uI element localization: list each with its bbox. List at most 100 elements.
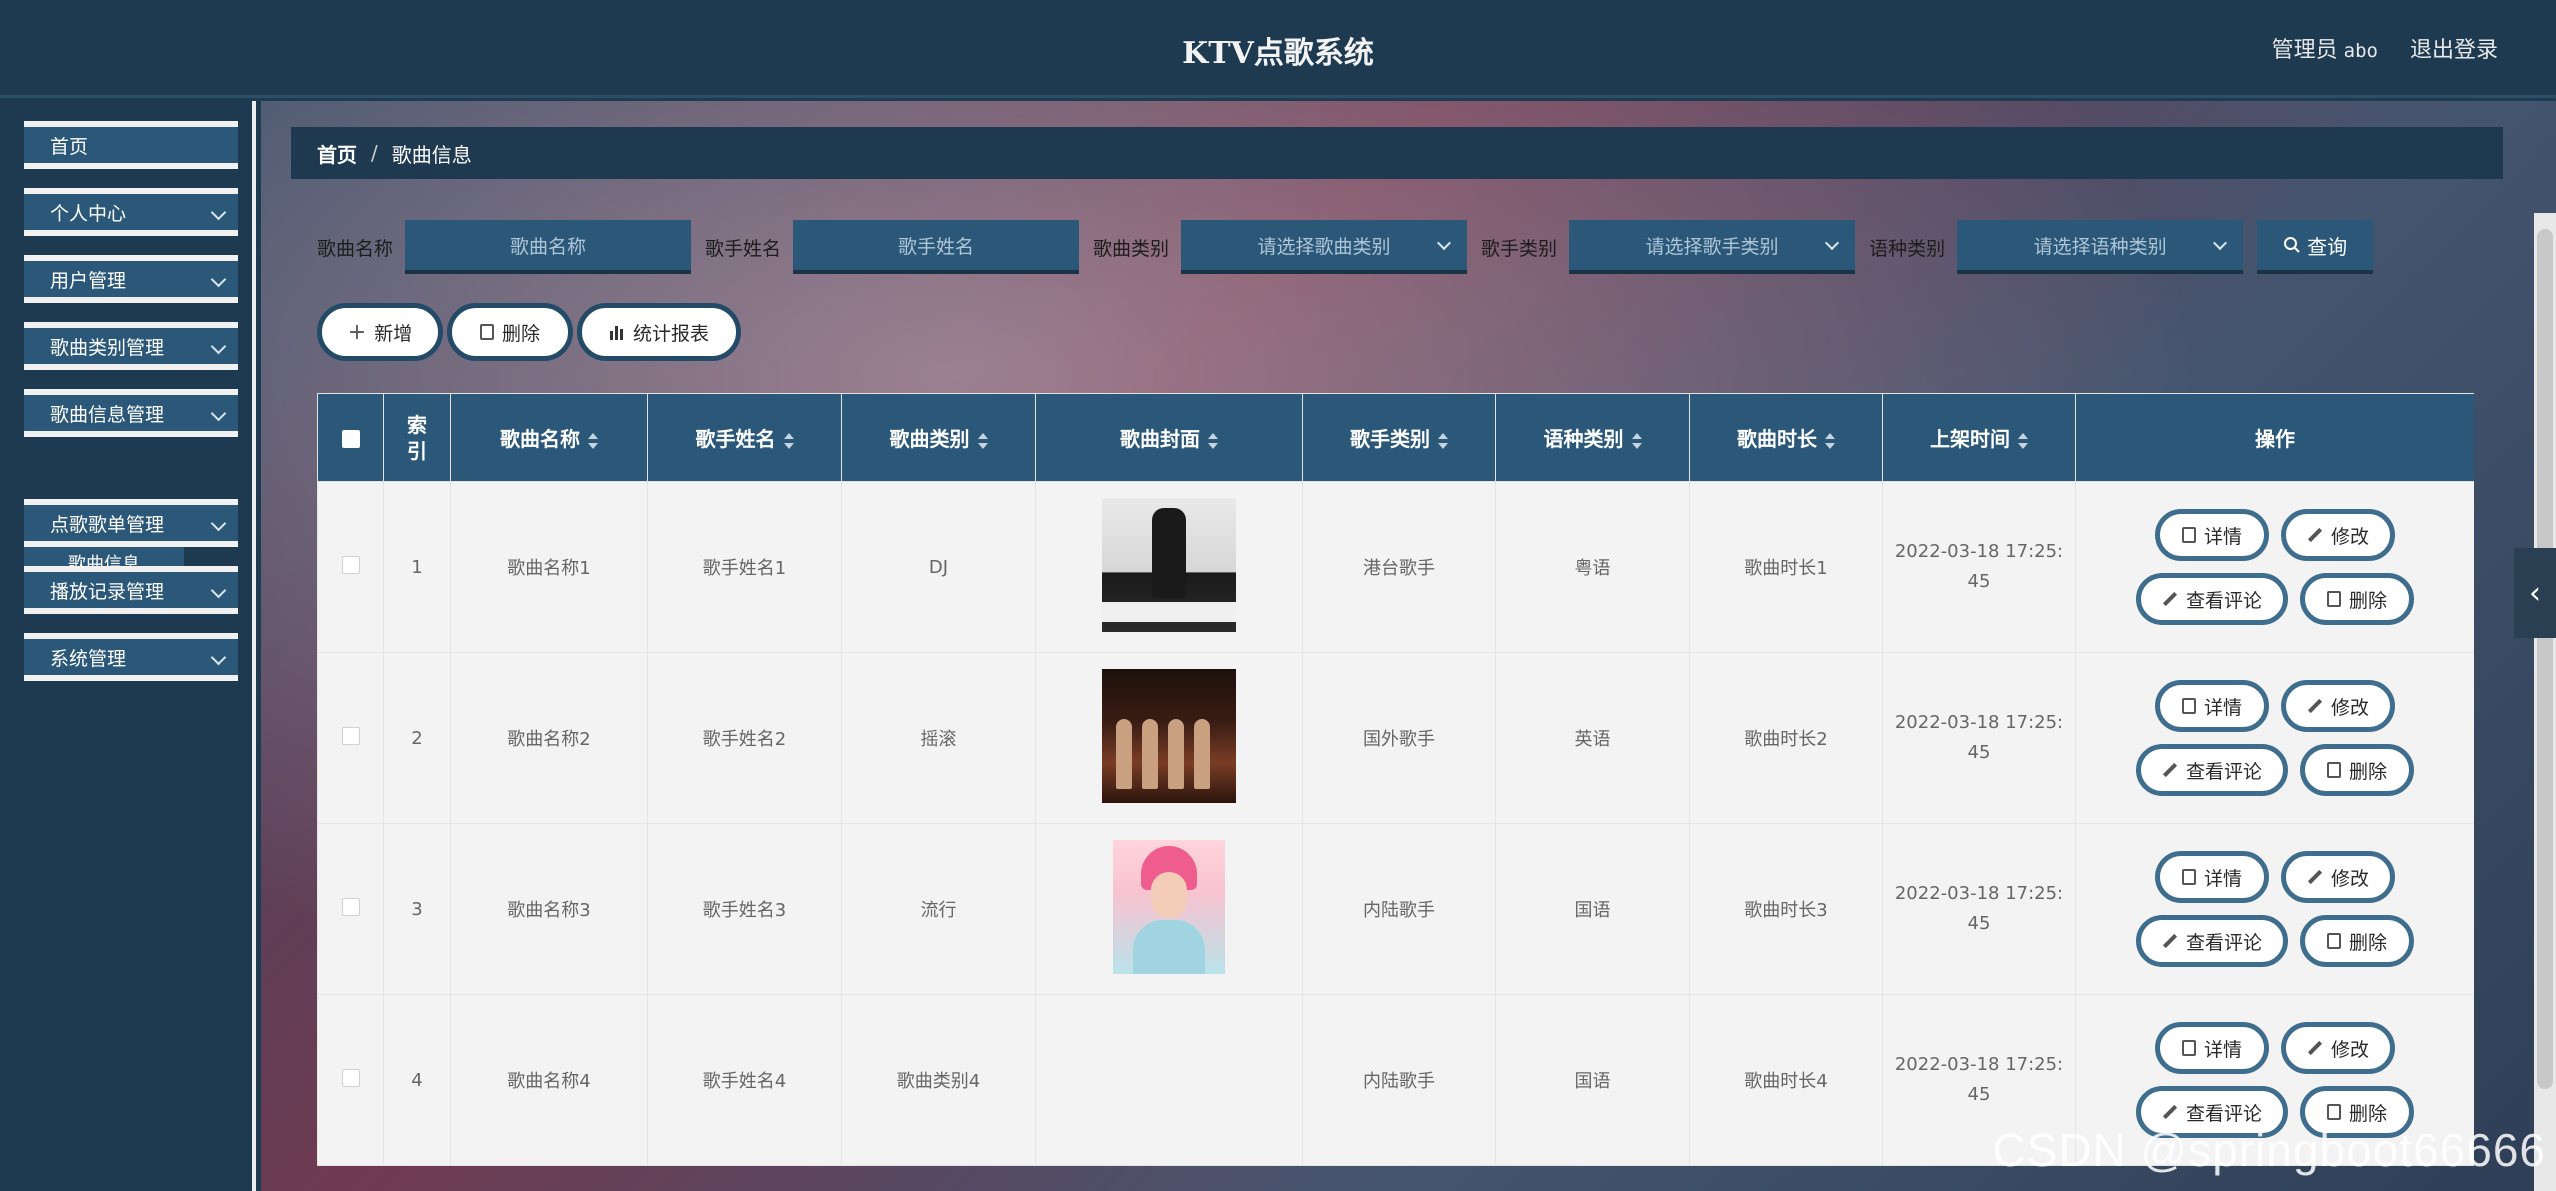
row-delete-button[interactable]: 删除 <box>2300 915 2414 967</box>
page-scrollbar[interactable] <box>2534 213 2556 1191</box>
song-type-select[interactable]: 请选择歌曲类别 <box>1181 220 1468 274</box>
singer-type-select[interactable]: 请选择歌手类别 <box>1569 220 1856 274</box>
chevron-down-icon <box>210 271 227 288</box>
add-button[interactable]: + 新增 <box>317 303 443 361</box>
edit-button[interactable]: 修改 <box>2281 509 2395 561</box>
bar-chart-icon <box>609 326 623 340</box>
view-comments-button[interactable]: 查看评论 <box>2136 915 2288 967</box>
sort-icon[interactable] <box>1438 432 1448 449</box>
breadcrumb-home[interactable]: 首页 <box>317 139 357 168</box>
detail-button-label: 详情 <box>2203 696 2242 719</box>
cell-song-name: 歌曲名称3 <box>450 823 648 995</box>
sidebar-item-song-category-management[interactable]: 歌曲类别管理 <box>24 322 238 370</box>
cell-singer-type: 内陆歌手 <box>1302 823 1496 995</box>
select-all-checkbox[interactable] <box>341 430 360 448</box>
edit-button[interactable]: 修改 <box>2281 680 2395 732</box>
logout-button[interactable]: 退出登录 <box>2410 32 2498 64</box>
sidebar-item-user-management[interactable]: 用户管理 <box>24 255 238 303</box>
sort-icon[interactable] <box>1208 432 1218 449</box>
view-comments-button[interactable]: 查看评论 <box>2136 573 2288 625</box>
edit-button-label: 修改 <box>2330 525 2369 548</box>
report-button-label: 统计报表 <box>632 322 709 345</box>
detail-button[interactable]: 详情 <box>2155 509 2269 561</box>
header-language[interactable]: 语种类别 <box>1495 393 1690 482</box>
header-song-type[interactable]: 歌曲类别 <box>841 393 1036 482</box>
row-delete-button[interactable]: 删除 <box>2300 573 2414 625</box>
detail-button[interactable]: 详情 <box>2155 680 2269 732</box>
row-checkbox[interactable] <box>341 726 360 745</box>
song-cover-image[interactable] <box>1102 497 1236 632</box>
edit-icon <box>2307 1040 2323 1056</box>
listed-time-seconds: 45 <box>1967 742 1991 763</box>
listed-time-date: 2022-03-18 17:25: <box>1894 541 2064 562</box>
cell-singer-type: 港台歌手 <box>1302 481 1496 653</box>
watermark: CSDN @springboot66666 <box>1992 1124 2546 1176</box>
sidebar-item-personal-center[interactable]: 个人中心 <box>24 188 238 236</box>
edit-button[interactable]: 修改 <box>2281 1022 2395 1074</box>
edit-button[interactable]: 修改 <box>2281 851 2395 903</box>
collapse-panel-toggle[interactable]: ‹ <box>2514 548 2556 638</box>
detail-button[interactable]: 详情 <box>2155 1022 2269 1074</box>
row-checkbox[interactable] <box>341 555 360 574</box>
document-icon <box>2181 698 2196 714</box>
cell-song-name: 歌曲名称1 <box>450 481 648 653</box>
document-icon <box>2181 1040 2196 1056</box>
sidebar-item-song-info-management[interactable]: 歌曲信息管理 <box>24 389 238 437</box>
query-button[interactable]: 查询 <box>2257 220 2374 274</box>
header-singer-name[interactable]: 歌手姓名 <box>647 393 842 482</box>
row-select-cell <box>317 481 384 653</box>
row-checkbox[interactable] <box>341 897 360 916</box>
trash-icon <box>2326 762 2341 778</box>
row-select-cell <box>317 994 384 1166</box>
header-singer-type[interactable]: 歌手类别 <box>1302 393 1496 482</box>
header-song-name-label: 歌曲名称 <box>500 427 580 451</box>
header-listed-time-label: 上架时间 <box>1930 427 2010 451</box>
batch-delete-button[interactable]: 删除 <box>447 303 573 361</box>
table-row: 2 歌曲名称2 歌手姓名2 摇滚 国外歌手 英语 歌曲时长2 2022-03-1… <box>317 652 2474 824</box>
cell-language: 国语 <box>1495 994 1690 1166</box>
header-song-name[interactable]: 歌曲名称 <box>450 393 648 482</box>
edit-icon <box>2162 591 2178 607</box>
edit-button-label: 修改 <box>2330 1038 2369 1061</box>
row-delete-button[interactable]: 删除 <box>2300 744 2414 796</box>
song-name-placeholder: 歌曲名称 <box>510 235 587 258</box>
detail-button[interactable]: 详情 <box>2155 851 2269 903</box>
listed-time-date: 2022-03-18 17:25: <box>1894 883 2064 904</box>
cell-song-name: 歌曲名称4 <box>450 994 648 1166</box>
sort-icon[interactable] <box>2018 432 2028 449</box>
sidebar-item-play-record-management[interactable]: 播放记录管理 <box>24 566 238 614</box>
cell-language: 英语 <box>1495 652 1690 824</box>
chevron-down-icon <box>210 338 227 355</box>
cell-singer-name: 歌手姓名1 <box>647 481 842 653</box>
report-button[interactable]: 统计报表 <box>577 303 741 361</box>
view-comments-button[interactable]: 查看评论 <box>2136 744 2288 796</box>
song-name-input[interactable]: 歌曲名称 <box>405 220 692 274</box>
chevron-down-icon <box>2213 235 2228 251</box>
sort-icon[interactable] <box>977 432 988 449</box>
singer-name-input[interactable]: 歌手姓名 <box>793 220 1080 274</box>
chevron-down-icon <box>210 515 227 532</box>
sort-icon[interactable] <box>588 432 598 449</box>
sidebar-item-system-management[interactable]: 系统管理 <box>24 633 238 681</box>
sort-icon[interactable] <box>1631 432 1642 449</box>
header-cover[interactable]: 歌曲封面 <box>1035 393 1303 482</box>
cell-listed-time: 2022-03-18 17:25: 45 <box>1882 481 2076 653</box>
cell-song-type: DJ <box>841 481 1036 653</box>
listed-time-date: 2022-03-18 17:25: <box>1894 712 2064 733</box>
cell-index: 1 <box>383 481 451 653</box>
main-content: 首页 / 歌曲信息 歌曲名称 歌曲名称 歌手姓名 歌手姓名 歌曲类别 请选择歌曲… <box>261 101 2556 1191</box>
scrollbar-thumb[interactable] <box>2537 229 2553 1089</box>
sidebar-item-home[interactable]: 首页 <box>24 121 238 169</box>
sort-icon[interactable] <box>783 432 794 449</box>
query-button-label: 查询 <box>2307 234 2348 259</box>
sort-icon[interactable] <box>1825 432 1835 449</box>
header-listed-time[interactable]: 上架时间 <box>1882 393 2076 482</box>
header-duration[interactable]: 歌曲时长 <box>1689 393 1883 482</box>
song-cover-image[interactable] <box>1113 839 1225 974</box>
song-cover-image[interactable] <box>1102 668 1236 803</box>
row-checkbox[interactable] <box>341 1068 360 1087</box>
cell-cover <box>1035 823 1303 995</box>
language-select[interactable]: 请选择语种类别 <box>1957 220 2244 274</box>
sidebar-item-playlist-management[interactable]: 点歌歌单管理 <box>24 499 238 547</box>
table-row: 1 歌曲名称1 歌手姓名1 DJ 港台歌手 粤语 歌曲时长1 2022-03-1… <box>317 481 2474 653</box>
